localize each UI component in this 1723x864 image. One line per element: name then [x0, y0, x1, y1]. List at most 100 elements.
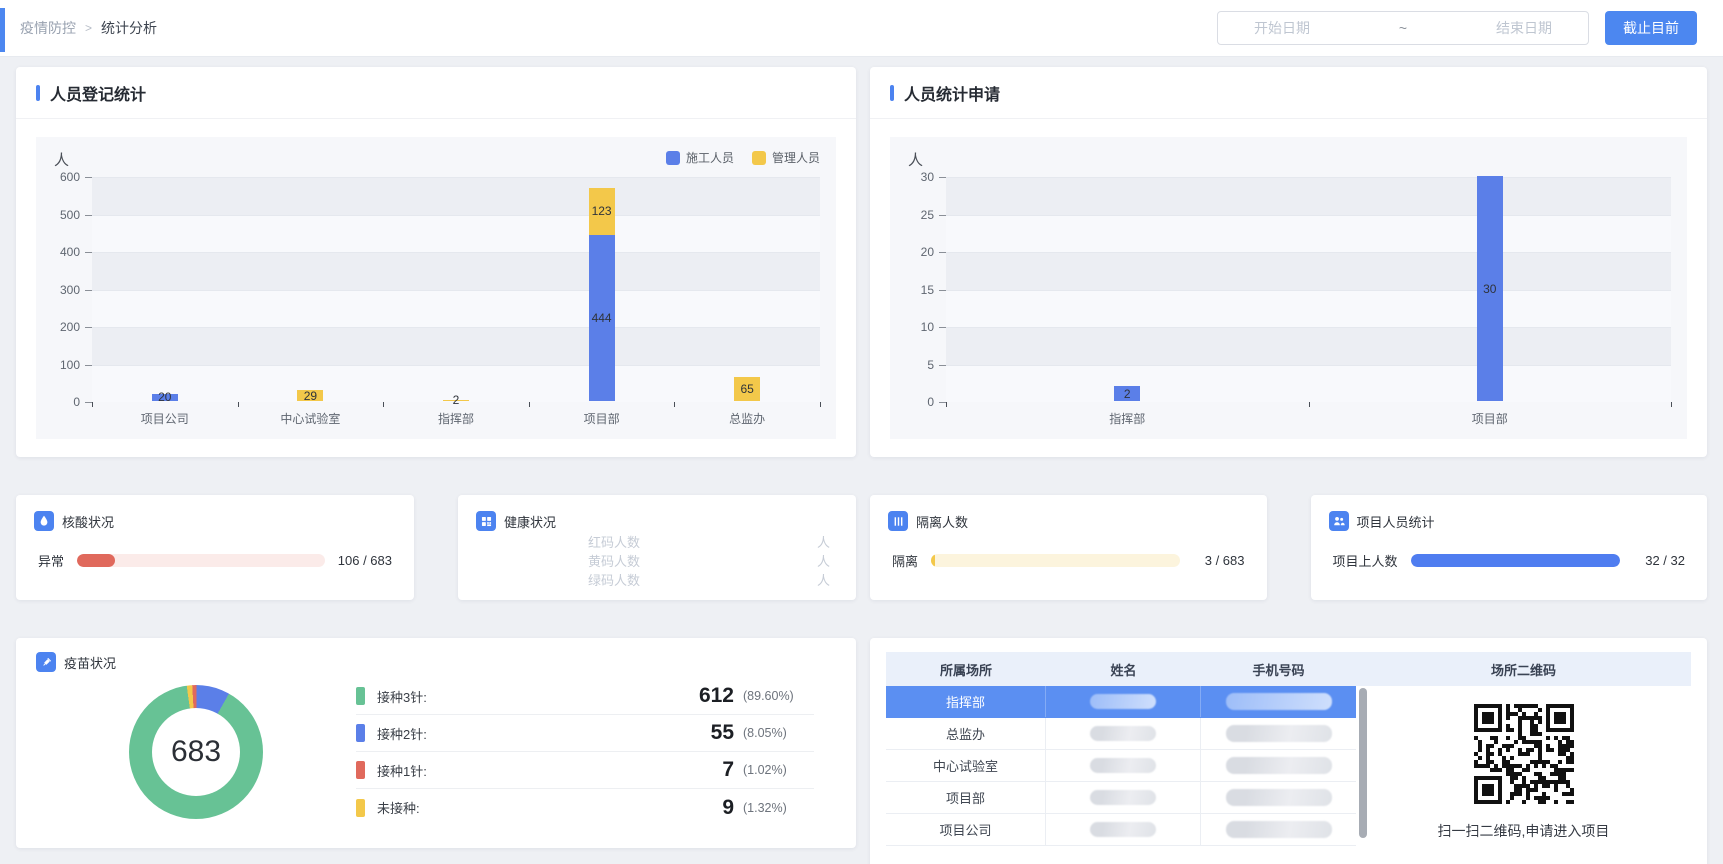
health-row: 绿码人数人 — [588, 571, 830, 590]
x-category-label: 项目公司 — [92, 402, 238, 427]
y-tick-mark — [939, 365, 946, 366]
table-scrollbar[interactable] — [1359, 688, 1367, 838]
table-rows: 指挥部总监办中心试验室项目部项目公司 — [886, 686, 1356, 846]
bar-value-label: 20 — [158, 390, 171, 404]
cell-place: 指挥部 — [886, 686, 1046, 717]
vaccine-total: 683 — [152, 708, 240, 796]
y-tick-label: 200 — [60, 320, 80, 334]
redacted-phone — [1226, 725, 1332, 742]
y-tick-label: 400 — [60, 245, 80, 259]
table-header: 所属场所 姓名 手机号码 场所二维码 — [886, 652, 1691, 686]
table-row[interactable]: 总监办 — [886, 718, 1356, 750]
vaccine-legend-row: 接种1针:7(1.02%) — [356, 752, 814, 789]
plot-band — [92, 327, 820, 365]
bar-总监办: 65 — [734, 377, 760, 401]
bar-value-label: 29 — [304, 389, 317, 403]
breadcrumb-current[interactable]: 统计分析 — [101, 18, 157, 38]
right-stat-row: 隔离人数 隔离 3 / 683 项目人员统计 项目上人数 — [870, 495, 1707, 600]
cell-place: 总监办 — [886, 718, 1046, 749]
table-row[interactable]: 中心试验室 — [886, 750, 1356, 782]
y-tick-label: 100 — [60, 358, 80, 372]
cell-name-redacted — [1046, 686, 1201, 717]
y-tick-mark — [939, 402, 946, 403]
isolation-count-card: 隔离人数 隔离 3 / 683 — [870, 495, 1267, 600]
y-tick-mark — [939, 327, 946, 328]
vaccine-legend-row: 接种2针:55(8.05%) — [356, 715, 814, 752]
bar-value-label: 65 — [741, 382, 754, 396]
legend-label: 管理人员 — [772, 149, 820, 166]
legend-value: 612 — [699, 684, 734, 708]
bar-value-label: 444 — [592, 311, 612, 325]
plot-area: 2 30 — [946, 177, 1671, 402]
up-to-now-button[interactable]: 截止目前 — [1605, 11, 1697, 45]
bar-value-label: 30 — [1483, 282, 1496, 296]
table-row[interactable]: 项目部 — [886, 782, 1356, 814]
y-tick-label: 300 — [60, 283, 80, 297]
table-row[interactable]: 项目公司 — [886, 814, 1356, 846]
breadcrumb: 疫情防控 > 统计分析 — [0, 18, 157, 38]
application-stats-card: 人员统计申请 人 302520151050 230 指挥部项目部 — [870, 67, 1707, 457]
vaccine-legend: 接种3针:612(89.60%)接种2针:55(8.05%)接种1针:7(1.0… — [356, 678, 814, 826]
date-range-picker[interactable]: 开始日期 ~ 结束日期 — [1217, 11, 1589, 45]
left-column: 人员登记统计 人 施工人员管理人员 6005004003002001000 20… — [16, 67, 856, 864]
start-date-input[interactable]: 开始日期 — [1254, 18, 1310, 38]
cell-phone-redacted — [1201, 782, 1356, 813]
bar-segment: 20 — [152, 394, 178, 402]
legend-swatch — [356, 799, 365, 817]
redacted-name — [1090, 726, 1156, 741]
sidebar-edge[interactable] — [0, 8, 5, 52]
registration-stats-card: 人员登记统计 人 施工人员管理人员 6005004003002001000 20… — [16, 67, 856, 457]
legend-label: 施工人员 — [686, 149, 734, 166]
redacted-name — [1090, 790, 1156, 805]
redacted-phone — [1226, 693, 1332, 710]
bar-中心试验室: 29 — [297, 390, 323, 401]
cell-phone-redacted — [1201, 686, 1356, 717]
plot-band — [92, 290, 820, 328]
legend-item[interactable]: 施工人员 — [666, 149, 734, 166]
vaccine-legend-row: 接种3针:612(89.60%) — [356, 678, 814, 715]
legend-value: 9 — [722, 796, 734, 820]
x-tick-mark — [1671, 402, 1672, 407]
plot-band — [946, 177, 1671, 215]
x-category-label: 总监办 — [674, 402, 820, 427]
stat-card-title: 核酸状况 — [62, 512, 114, 531]
cell-name-redacted — [1046, 782, 1201, 813]
x-category-label: 项目部 — [529, 402, 675, 427]
bar-项目公司: 20 — [152, 394, 178, 402]
cell-name-redacted — [1046, 718, 1201, 749]
y-tick-mark — [85, 327, 92, 328]
chart-legend: 施工人员 管理人员 — [648, 149, 820, 166]
table-body: 指挥部总监办中心试验室项目部项目公司 扫一扫二维码,申请进入项目 — [886, 686, 1691, 846]
header-place: 所属场所 — [886, 660, 1046, 679]
project-progress-fill — [1411, 554, 1620, 567]
legend-percent: (89.60%) — [734, 689, 814, 703]
health-row: 红码人数人 — [588, 533, 830, 552]
legend-swatch — [356, 687, 365, 705]
breadcrumb-section[interactable]: 疫情防控 — [20, 18, 76, 38]
cell-place: 项目公司 — [886, 814, 1046, 845]
fence-icon — [888, 511, 908, 531]
y-tick-mark — [85, 365, 92, 366]
legend-percent: (1.02%) — [734, 763, 814, 777]
stat-card-title: 项目人员统计 — [1357, 512, 1435, 531]
cell-place: 项目部 — [886, 782, 1046, 813]
left-stat-row: 核酸状况 异常 106 / 683 健康状况 红码人数人黄码人数人绿码人数人 — [16, 495, 856, 600]
table-row[interactable]: 指挥部 — [886, 686, 1356, 718]
panel-title-left: 人员登记统计 — [50, 81, 146, 105]
health-unit: 人 — [817, 533, 830, 552]
stat-card-title: 健康状况 — [504, 512, 556, 531]
legend-item[interactable]: 管理人员 — [752, 149, 820, 166]
x-tick-mark — [1309, 402, 1310, 407]
header-qrcode: 场所二维码 — [1356, 660, 1691, 679]
end-date-input[interactable]: 结束日期 — [1496, 18, 1552, 38]
legend-swatch — [356, 724, 365, 742]
panel-title-right: 人员统计申请 — [904, 81, 1000, 105]
cell-phone-redacted — [1201, 750, 1356, 781]
x-tick-mark — [820, 402, 821, 407]
topbar-actions: 开始日期 ~ 结束日期 截止目前 — [1217, 11, 1723, 45]
cell-place: 中心试验室 — [886, 750, 1046, 781]
y-tick-mark — [85, 215, 92, 216]
bar-value-label: 2 — [1124, 387, 1131, 401]
y-tick-label: 10 — [921, 320, 934, 334]
nucleic-progress-bar — [77, 554, 325, 567]
